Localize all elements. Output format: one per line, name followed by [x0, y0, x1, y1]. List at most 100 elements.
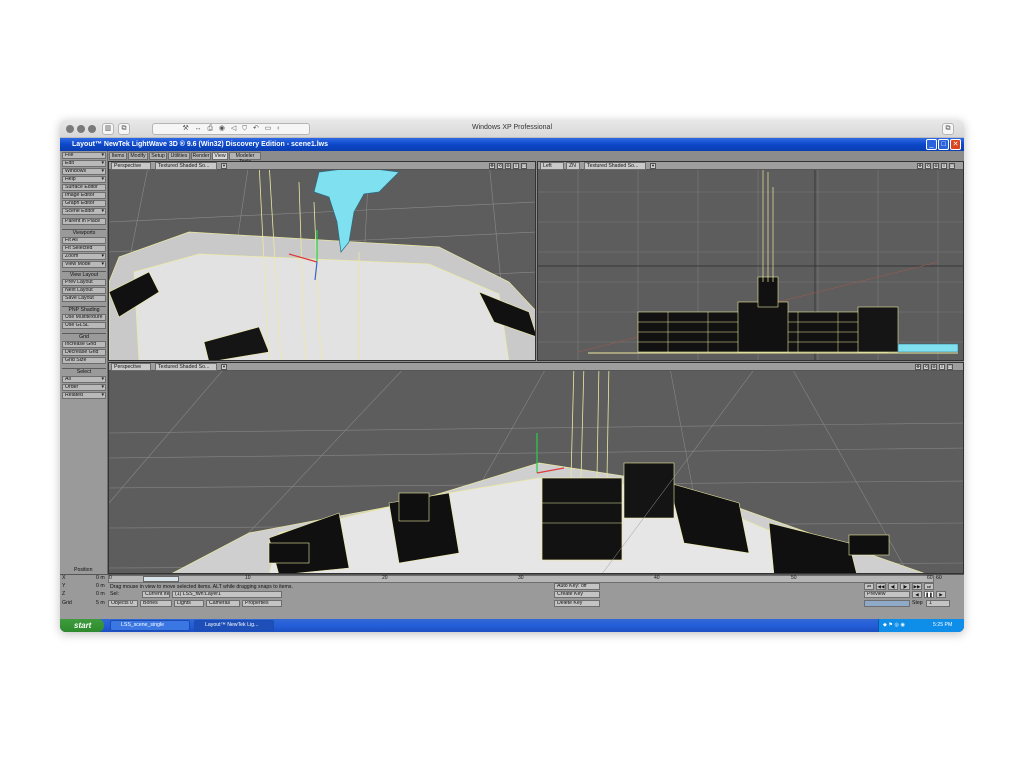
tab-setup[interactable]: Setup: [149, 152, 167, 160]
move-view-icon[interactable]: ✥: [489, 163, 495, 169]
dropdown-icon[interactable]: ▾: [221, 364, 227, 370]
parent-in-place-button[interactable]: Parent in Place: [62, 218, 106, 225]
play-icon[interactable]: ▶: [936, 591, 946, 598]
zoom-view-icon[interactable]: ⊕: [931, 364, 937, 370]
prev-key-icon[interactable]: ◀◀: [876, 583, 886, 590]
menu-edit[interactable]: Edit: [62, 160, 106, 167]
create-key-button[interactable]: Create Key: [554, 591, 600, 598]
next-layout-button[interactable]: Next Layout: [62, 287, 106, 294]
fit-all-button[interactable]: Fit All: [62, 237, 106, 244]
minimize-button[interactable]: _: [926, 139, 937, 150]
auto-key-button[interactable]: Auto Key: off: [554, 583, 600, 590]
rotate-view-icon[interactable]: ⟲: [497, 163, 503, 169]
objects-button[interactable]: Objects 0: [108, 600, 138, 607]
host-title: Windows XP Professional: [471, 124, 553, 131]
maximize-view-icon[interactable]: □: [949, 163, 955, 169]
grid-header: Grid: [62, 333, 106, 340]
menu-help[interactable]: Help: [62, 176, 106, 183]
z-value[interactable]: 0 m: [96, 591, 105, 598]
zoom-button[interactable]: Zoom: [62, 253, 106, 260]
viewport-bottom[interactable]: Perspective Textured Shaded So... ▾ ✥ ⟲ …: [108, 362, 964, 574]
increase-grid-button[interactable]: Increase Grid: [62, 341, 106, 348]
step-field[interactable]: 1: [926, 600, 950, 607]
menu-file[interactable]: File: [62, 152, 106, 159]
perspective-scene-top-left[interactable]: [109, 162, 536, 361]
perspective-scene-bottom[interactable]: [109, 363, 964, 574]
zoom-view-icon[interactable]: ⊕: [933, 163, 939, 169]
axis-select[interactable]: ZN: [566, 162, 580, 170]
scene-editor-button[interactable]: Scene Editor: [62, 208, 106, 215]
close-button[interactable]: ✕: [950, 139, 961, 150]
decrease-grid-button[interactable]: Decrease Grid: [62, 349, 106, 356]
dropdown-icon[interactable]: ▾: [650, 163, 656, 169]
prev-layout-button[interactable]: Prev Layout: [62, 279, 106, 286]
use-multitexture-button[interactable]: Use Multitexture: [62, 314, 106, 321]
rotate-view-icon[interactable]: ⟲: [925, 163, 931, 169]
grid-value[interactable]: 5 m: [96, 600, 105, 607]
move-view-icon[interactable]: ✥: [917, 163, 923, 169]
y-value[interactable]: 0 m: [96, 583, 105, 590]
fullscreen-icon[interactable]: ⧉: [942, 123, 954, 135]
pause-icon[interactable]: ❚❚: [924, 591, 934, 598]
zoom-view-icon[interactable]: ⊕: [505, 163, 511, 169]
viewports-header: Viewports: [62, 229, 106, 236]
next-key-icon[interactable]: ▶▶: [912, 583, 922, 590]
save-layout-button[interactable]: Save Layout: [62, 295, 106, 302]
view-type-select[interactable]: Perspective: [111, 162, 151, 170]
tab-view[interactable]: View: [212, 152, 228, 160]
use-glsl-button[interactable]: Use GLSL: [62, 322, 106, 329]
dropdown-icon[interactable]: ▾: [221, 163, 227, 169]
shading-select[interactable]: Textured Shaded So...: [155, 162, 217, 170]
shading-select[interactable]: Textured Shaded So...: [584, 162, 646, 170]
current-item-select[interactable]: (1) LSS_fwn:Layer1: [172, 591, 282, 598]
menu-windows[interactable]: Windows: [62, 168, 106, 175]
select-order-button[interactable]: Order: [62, 384, 106, 391]
image-editor-button[interactable]: Image Editor: [62, 192, 106, 199]
task-lss-scene[interactable]: LSS_scene_single: [110, 620, 190, 631]
cameras-button[interactable]: Cameras: [206, 600, 240, 607]
start-button[interactable]: start: [60, 619, 104, 632]
x-value[interactable]: 0 m: [96, 575, 105, 582]
grid-size-button[interactable]: Grid Size: [62, 357, 106, 364]
viewport-top-left[interactable]: Perspective Textured Shaded So... ▾ ✥ ⟲ …: [108, 161, 536, 361]
select-all-button[interactable]: All: [62, 376, 106, 383]
timeline-thumb[interactable]: [143, 576, 179, 582]
tab-modeler-tools[interactable]: Modeler Tools: [229, 152, 261, 165]
delete-key-button[interactable]: Delete Key: [554, 600, 600, 607]
magnify-icon[interactable]: ⌕: [941, 163, 947, 169]
tab-render[interactable]: Render: [191, 152, 211, 160]
magnify-icon[interactable]: ⌕: [513, 163, 519, 169]
lights-button[interactable]: Lights: [174, 600, 204, 607]
view-type-select[interactable]: Perspective: [111, 363, 151, 371]
timeline-tick: 10: [245, 575, 251, 581]
fit-selected-button[interactable]: Fit Selected: [62, 245, 106, 252]
bones-button[interactable]: Bones: [140, 600, 172, 607]
timeline-slider[interactable]: 0 10 20 30 40 50 60: [108, 575, 934, 583]
tab-utilities[interactable]: Utilities: [168, 152, 190, 160]
surface-editor-button[interactable]: Surface Editor: [62, 184, 106, 191]
view-type-select[interactable]: Left: [540, 162, 564, 170]
maximize-view-icon[interactable]: □: [521, 163, 527, 169]
prev-frame-icon[interactable]: ◀|: [888, 583, 898, 590]
viewport-top-right[interactable]: Left ZN Textured Shaded So... ▾ ✥ ⟲ ⊕ ⌕ …: [537, 161, 964, 361]
rotate-view-icon[interactable]: ⟲: [923, 364, 929, 370]
tab-modify[interactable]: Modify: [128, 152, 148, 160]
preview-select[interactable]: Preview: [864, 591, 910, 598]
tab-items[interactable]: Items: [109, 152, 127, 160]
properties-button[interactable]: Properties: [242, 600, 282, 607]
view-mode-button[interactable]: View Mode: [62, 261, 106, 268]
task-layout[interactable]: Layout™ NewTek Lig...: [194, 620, 274, 631]
select-related-button[interactable]: Related: [62, 392, 106, 399]
next-frame-icon[interactable]: |▶: [900, 583, 910, 590]
shading-select[interactable]: Textured Shaded So...: [155, 363, 217, 371]
first-frame-icon[interactable]: ⏮: [864, 583, 874, 590]
tray-icons[interactable]: ◆ ⚑ ◎ ◉: [883, 622, 905, 629]
graph-editor-button[interactable]: Graph Editor: [62, 200, 106, 207]
move-view-icon[interactable]: ✥: [915, 364, 921, 370]
play-back-icon[interactable]: ◀: [912, 591, 922, 598]
maximize-view-icon[interactable]: □: [947, 364, 953, 370]
last-frame-icon[interactable]: ⏭: [924, 583, 934, 590]
maximize-button[interactable]: □: [938, 139, 949, 150]
magnify-icon[interactable]: ⌕: [939, 364, 945, 370]
left-view-scene[interactable]: [538, 162, 964, 361]
